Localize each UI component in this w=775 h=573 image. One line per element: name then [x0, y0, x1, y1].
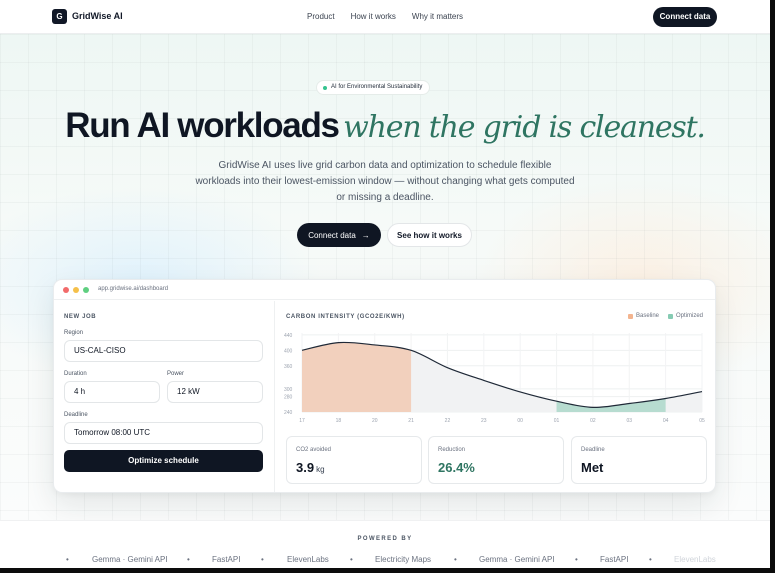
x-tick-label: 17 [299, 418, 305, 424]
partner-logo-text: FastAPI [212, 555, 241, 564]
partner-logo-text: Gemma · Gemini API [479, 555, 555, 564]
browser-page: G GridWise AI Product How it works Why i… [0, 0, 770, 568]
duration-field[interactable]: 4 h [64, 381, 160, 403]
headline-bold: Run AI workloads [65, 106, 340, 145]
partner-logos-strip: • • • • • • • Gemma · Gemini API FastAPI ElevenLa… [0, 555, 770, 567]
powered-by-section: POWERED BY • • • • • • • Gemma · Gemini API Fast… [0, 520, 770, 568]
carbon-chart-panel: CARBON INTENSITY (GCO2E/KWH) Baseline Op… [276, 301, 715, 492]
stat-value: Met [581, 460, 604, 475]
optimize-schedule-button[interactable]: Optimize schedule [64, 450, 263, 472]
separator-dot-icon: • [66, 555, 69, 564]
stat-card-deadline: Deadline Met [571, 436, 707, 484]
stat-value: 3.9 kg [296, 460, 325, 475]
separator-dot-icon: • [187, 555, 190, 564]
power-field[interactable]: 12 kW [167, 381, 263, 403]
hero-connect-data-label: Connect data [308, 230, 356, 240]
deadline-field[interactable]: Tomorrow 08:00 UTC [64, 422, 263, 444]
y-tick-label: 280 [284, 395, 293, 401]
hero-badge-label: AI for Environmental Sustainability [331, 84, 423, 90]
x-tick-label: 21 [408, 418, 414, 424]
carbon-intensity-chart: 240 280 300 360 400 440 17 18 20 21 22 23 00 01 02 03 04… [284, 333, 705, 424]
duration-label: Duration [64, 371, 87, 377]
x-tick-label: 00 [517, 418, 523, 424]
window-close-dot [63, 287, 69, 293]
stat-label: Reduction [438, 447, 466, 453]
dashboard-preview: app.gridwise.ai/dashboard NEW JOB Region… [53, 279, 716, 493]
stat-card-reduction: Reduction 26.4% [428, 436, 564, 484]
new-job-title: NEW JOB [64, 314, 97, 320]
hero-badge: AI for Environmental Sustainability [316, 80, 431, 95]
powered-by-title: POWERED BY [357, 536, 413, 542]
separator-dot-icon: • [454, 555, 457, 564]
stat-value: 26.4% [438, 460, 475, 475]
power-label: Power [167, 371, 185, 377]
separator-dot-icon: • [261, 555, 264, 564]
x-tick-label: 23 [481, 418, 487, 424]
partner-logo-text: ElevenLabs [287, 555, 329, 564]
nav-link-product[interactable]: Product [307, 12, 335, 21]
y-tick-label: 400 [284, 348, 293, 354]
top-nav: G GridWise AI Product How it works Why i… [0, 0, 770, 34]
separator-dot-icon: • [350, 555, 353, 564]
y-tick-label: 360 [284, 364, 293, 370]
stat-label: Deadline [581, 447, 605, 453]
x-tick-label: 22 [445, 418, 451, 424]
stat-card-co2-avoided: CO2 avoided 3.9 kg [286, 436, 422, 484]
x-tick-label: 20 [372, 418, 378, 424]
region-label: Region [64, 330, 84, 336]
partner-logo-text: ElevenLabs [674, 555, 716, 564]
nav-links: Product How it works Why it matters [307, 12, 463, 21]
nav-link-why-it-matters[interactable]: Why it matters [412, 12, 463, 21]
y-tick-label: 440 [284, 333, 293, 339]
stat-unit: kg [316, 465, 325, 474]
y-tick-label: 300 [284, 387, 293, 393]
status-dot-icon [323, 85, 327, 90]
stat-label: CO2 avoided [296, 447, 332, 453]
x-tick-label: 02 [590, 418, 596, 424]
deadline-label: Deadline [64, 412, 88, 418]
hero-connect-data-button[interactable]: Connect data → [297, 223, 381, 247]
x-tick-label: 04 [663, 418, 669, 424]
partner-logo-text: FastAPI [600, 555, 629, 564]
logo-icon[interactable]: G [52, 9, 67, 24]
hero-headline: Run AI workloads when the grid is cleane… [0, 106, 770, 146]
arrow-right-icon: → [361, 230, 370, 240]
x-tick-label: 03 [626, 418, 632, 424]
headline-italic: when the grid is cleanest. [343, 110, 706, 145]
brand-name[interactable]: GridWise AI [72, 11, 123, 21]
see-how-it-works-button[interactable]: See how it works [387, 223, 472, 247]
x-tick-label: 18 [336, 418, 342, 424]
region-field[interactable]: US-CAL-CISO [64, 340, 263, 362]
partner-logo-text: Electricity Maps [375, 555, 432, 564]
separator-dot-icon: • [575, 555, 578, 564]
new-job-panel: NEW JOB Region US-CAL-CISO Duration 4 h … [54, 301, 275, 492]
window-maximize-dot [83, 287, 89, 293]
hero-subcopy: GridWise AI uses live grid carbon data a… [195, 160, 575, 203]
x-tick-label: 01 [554, 418, 560, 424]
nav-connect-data-button[interactable]: Connect data [653, 7, 717, 27]
separator-dot-icon: • [649, 555, 652, 564]
nav-link-how-it-works[interactable]: How it works [351, 12, 396, 21]
dashboard-window-bar: app.gridwise.ai/dashboard [54, 280, 715, 300]
dashboard-url: app.gridwise.ai/dashboard [98, 286, 169, 292]
y-tick-label: 240 [284, 410, 293, 416]
x-tick-label: 05 [699, 418, 705, 424]
stat-number: 3.9 [296, 460, 315, 475]
window-minimize-dot [73, 287, 79, 293]
partner-logo-text: Gemma · Gemini API [92, 555, 168, 564]
